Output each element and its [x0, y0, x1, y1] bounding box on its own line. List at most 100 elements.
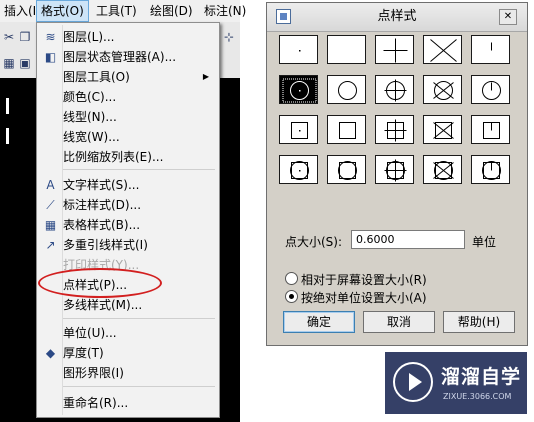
point-style-glyph: [483, 122, 500, 139]
menu-item-layer-state-manager[interactable]: ◧ 图层状态管理器(A)...: [39, 47, 217, 67]
point-style-glyph: [430, 39, 457, 62]
crosshair-mark: [6, 98, 9, 114]
submenu-arrow-icon: ▶: [202, 72, 209, 81]
point-style-circle-square-x[interactable]: [423, 155, 462, 184]
layers-icon: ≋: [45, 30, 56, 44]
menu-item-multiline-style[interactable]: 多线样式(M)...: [39, 295, 217, 315]
point-style-x[interactable]: [423, 35, 462, 64]
point-style-glyph: [290, 161, 309, 180]
point-style-circle[interactable]: [327, 75, 366, 104]
cancel-button[interactable]: 取消: [363, 311, 435, 333]
menu-item-text-style[interactable]: A 文字样式(S)...: [39, 175, 217, 195]
menu-item-dimension-style[interactable]: ⟋ 标注样式(D)...: [39, 195, 217, 215]
point-style-glyph: [482, 81, 501, 100]
menu-separator: [63, 318, 215, 319]
point-style-dot[interactable]: [279, 35, 318, 64]
point-style-glyph: [328, 36, 367, 65]
text-style-icon: A: [46, 178, 55, 192]
point-style-glyph: [433, 122, 454, 139]
table-style-icon: ▦: [44, 218, 57, 232]
dimension-style-icon: ⟋: [46, 198, 55, 212]
radio-button-checked-icon: [285, 290, 298, 303]
cad-window: 插入(I) 格式(O) 工具(T) 绘图(D) 标注(N) ✂ ❐ ▦ ▣ ⊹ …: [0, 0, 246, 422]
point-style-none[interactable]: [327, 35, 366, 64]
radio-button-icon: [285, 272, 298, 285]
point-style-glyph: [384, 159, 407, 182]
point-style-circle-tick[interactable]: [471, 75, 510, 104]
point-style-circle-square-dot[interactable]: [279, 155, 318, 184]
format-menu: ≋ 图层(L)... ◧ 图层状态管理器(A)... 图层工具(O) ▶ 颜色(…: [36, 22, 220, 418]
menu-item-layer-tools[interactable]: 图层工具(O) ▶: [39, 67, 217, 87]
snap-tool-icon[interactable]: ⊹: [222, 30, 236, 44]
point-style-glyph: [282, 78, 317, 103]
radio-relative-to-screen[interactable]: 相对于屏幕设置大小(R): [285, 271, 427, 289]
toolbar-strip-right: ⊹: [220, 22, 240, 78]
point-style-circle-x[interactable]: [423, 75, 462, 104]
layer-state-icon: ◧: [44, 50, 57, 64]
grid-tool-icon[interactable]: ▦: [2, 56, 16, 70]
point-style-circle-square-tick[interactable]: [471, 155, 510, 184]
menu-tools[interactable]: 工具(T): [92, 0, 141, 22]
menu-bar: 插入(I) 格式(O) 工具(T) 绘图(D) 标注(N): [0, 0, 246, 23]
watermark-name: 溜溜自学: [441, 366, 522, 388]
watermark-badge: 溜溜自学 ZIXUE.3066.COM: [385, 352, 527, 414]
highlight-annotation-oval: [38, 268, 162, 298]
point-style-glyph: [433, 81, 454, 100]
point-style-glyph: [338, 81, 357, 100]
point-style-glyph: [384, 119, 407, 142]
menu-item-table-style[interactable]: ▦ 表格样式(B)...: [39, 215, 217, 235]
menu-dimension[interactable]: 标注(N): [200, 0, 250, 22]
menu-format[interactable]: 格式(O): [36, 0, 89, 22]
point-style-square-tick[interactable]: [471, 115, 510, 144]
menu-item-layer[interactable]: ≋ 图层(L)...: [39, 27, 217, 47]
point-style-square-x[interactable]: [423, 115, 462, 144]
point-style-glyph: [338, 161, 357, 180]
menu-item-linetype[interactable]: 线型(N)...: [39, 107, 217, 127]
menu-item-multileader-style[interactable]: ↗ 多重引线样式(I): [39, 235, 217, 255]
point-style-glyph: [291, 122, 308, 139]
play-logo-icon: [393, 362, 433, 402]
toolbar-strip: ✂ ❐ ▦ ▣: [0, 22, 36, 78]
point-style-glyph: [384, 79, 407, 102]
point-style-circle-square[interactable]: [327, 155, 366, 184]
copy-icon[interactable]: ❐: [18, 30, 32, 44]
multileader-style-icon: ↗: [45, 238, 56, 252]
unit-label: 单位: [472, 235, 497, 249]
point-style-glyph: [482, 161, 501, 180]
menu-item-units[interactable]: 单位(U)...: [39, 323, 217, 343]
crosshair-mark: [6, 128, 9, 144]
menu-draw[interactable]: 绘图(D): [146, 0, 197, 22]
menu-item-lineweight[interactable]: 线宽(W)...: [39, 127, 217, 147]
point-style-circle-dot[interactable]: [279, 75, 318, 104]
point-style-glyph: [299, 50, 301, 52]
cut-icon[interactable]: ✂: [2, 30, 16, 44]
point-style-glyph: [383, 38, 408, 63]
help-button[interactable]: 帮助(H): [443, 311, 515, 333]
close-button[interactable]: ✕: [499, 9, 517, 25]
point-style-square[interactable]: [327, 115, 366, 144]
point-style-dialog: 点样式 ✕ 点大小(S): 0.6000 单位 相对于屏幕设置大小(R) 按绝对…: [266, 2, 528, 346]
point-style-circle-square-plus[interactable]: [375, 155, 414, 184]
radio-absolute-units[interactable]: 按绝对单位设置大小(A): [285, 289, 427, 307]
ok-button[interactable]: 确定: [283, 311, 355, 333]
menu-item-drawing-limits[interactable]: 图形界限(I): [39, 363, 217, 383]
thickness-icon: ◆: [45, 346, 56, 360]
menu-item-rename[interactable]: 重命名(R)...: [39, 393, 217, 413]
point-style-tick[interactable]: [471, 35, 510, 64]
menu-separator: [63, 386, 215, 387]
point-style-square-plus[interactable]: [375, 115, 414, 144]
point-style-glyph: [433, 161, 454, 180]
point-size-label: 点大小(S):: [285, 235, 343, 249]
watermark-url: ZIXUE.3066.COM: [443, 392, 512, 401]
dialog-title: 点样式: [377, 9, 417, 24]
point-style-plus[interactable]: [375, 35, 414, 64]
menu-item-scale-list[interactable]: 比例缩放列表(E)...: [39, 147, 217, 167]
menu-item-color[interactable]: 颜色(C)...: [39, 87, 217, 107]
point-size-input[interactable]: 0.6000: [351, 230, 465, 249]
point-style-square-dot[interactable]: [279, 115, 318, 144]
point-style-glyph: [491, 42, 492, 51]
point-style-circle-plus[interactable]: [375, 75, 414, 104]
dialog-title-bar: 点样式 ✕: [267, 3, 527, 32]
menu-item-thickness[interactable]: ◆ 厚度(T): [39, 343, 217, 363]
print-tool-icon[interactable]: ▣: [18, 56, 32, 70]
